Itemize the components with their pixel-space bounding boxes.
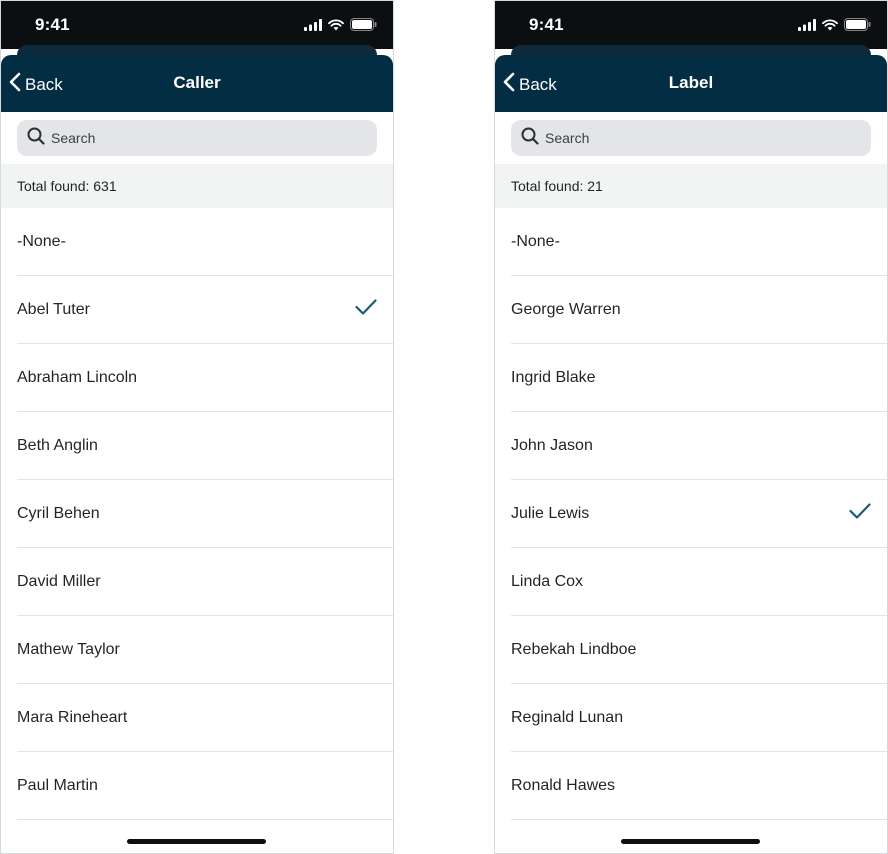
list-item-label: George Warren [511,300,621,318]
list-item[interactable]: Abraham Lincoln [17,344,393,412]
list-item[interactable]: Rebekah Lindboe [511,616,887,684]
list-item-label: Paul Martin [17,776,98,794]
search-input[interactable] [545,130,825,146]
list-item-label: Rebekah Lindboe [511,640,637,658]
list-item-label: -None- [511,232,560,250]
list-item[interactable]: Ingrid Blake [511,344,887,412]
search-input[interactable] [51,130,331,146]
signal-icon [798,18,816,36]
page-title: Label [668,73,714,92]
checkmark-icon [355,299,377,320]
home-indicator[interactable] [127,839,266,844]
label-list: -None- George Warren Ingrid Blake John J… [495,208,887,820]
list-item[interactable]: Mathew Taylor [17,616,393,684]
home-indicator[interactable] [621,839,760,844]
search-field[interactable] [511,120,871,156]
list-item[interactable]: -None- [511,208,887,276]
list-item[interactable]: Paul Martin [17,752,393,820]
list-item[interactable]: Abel Tuter [17,276,393,344]
list-item[interactable]: David Miller [17,548,393,616]
list-item[interactable]: Linda Cox [511,548,887,616]
list-item[interactable]: Julie Lewis [511,480,887,548]
status-time: 9:41 [529,15,564,34]
search-field[interactable] [17,120,377,156]
list-item-label: Ingrid Blake [511,368,596,386]
caller-list: -None- Abel Tuter Abraham Lincoln Beth A… [1,208,393,820]
list-item-label: Mathew Taylor [17,640,120,658]
status-time: 9:41 [35,15,70,34]
list-item[interactable]: -None- [17,208,393,276]
label-picker-screen: 9:41 Back Label To [494,0,888,854]
search-bar [495,112,887,164]
checkmark-icon [849,503,871,524]
list-item-label: Julie Lewis [511,504,590,522]
page-title: Caller [173,73,221,92]
list-item-label: Abraham Lincoln [17,368,138,386]
total-found-label: Total found: 631 [1,164,393,208]
list-item-label: Linda Cox [511,572,584,590]
list-item[interactable]: Beth Anglin [17,412,393,480]
navigation-bar: Back Label [495,55,887,112]
list-item-label: Ronald Hawes [511,776,616,794]
status-bar: 9:41 [1,1,393,49]
battery-icon [844,18,871,36]
list-item-label: Cyril Behen [17,504,100,522]
list-item-label: Beth Anglin [17,436,98,454]
list-item-label: Mara Rineheart [17,708,128,726]
list-item-label: David Miller [17,572,101,590]
navigation-bar: Back Caller [1,55,393,112]
wifi-icon [822,18,838,36]
list-item[interactable]: Reginald Lunan [511,684,887,752]
list-item[interactable]: Ronald Hawes [511,752,887,820]
signal-icon [304,18,322,36]
list-item[interactable]: John Jason [511,412,887,480]
list-item[interactable]: Mara Rineheart [17,684,393,752]
list-item[interactable]: George Warren [511,276,887,344]
list-item-label: Reginald Lunan [511,708,624,726]
wifi-icon [328,18,344,36]
list-item-label: -None- [17,232,66,250]
list-item[interactable]: Cyril Behen [17,480,393,548]
search-icon [521,127,539,150]
list-item-label: Abel Tuter [17,300,90,318]
total-found-label: Total found: 21 [495,164,887,208]
search-bar [1,112,393,164]
list-item-label: John Jason [511,436,593,454]
caller-picker-screen: 9:41 Back Caller T [0,0,394,854]
battery-icon [350,18,377,36]
search-icon [27,127,45,150]
status-bar: 9:41 [495,1,887,49]
